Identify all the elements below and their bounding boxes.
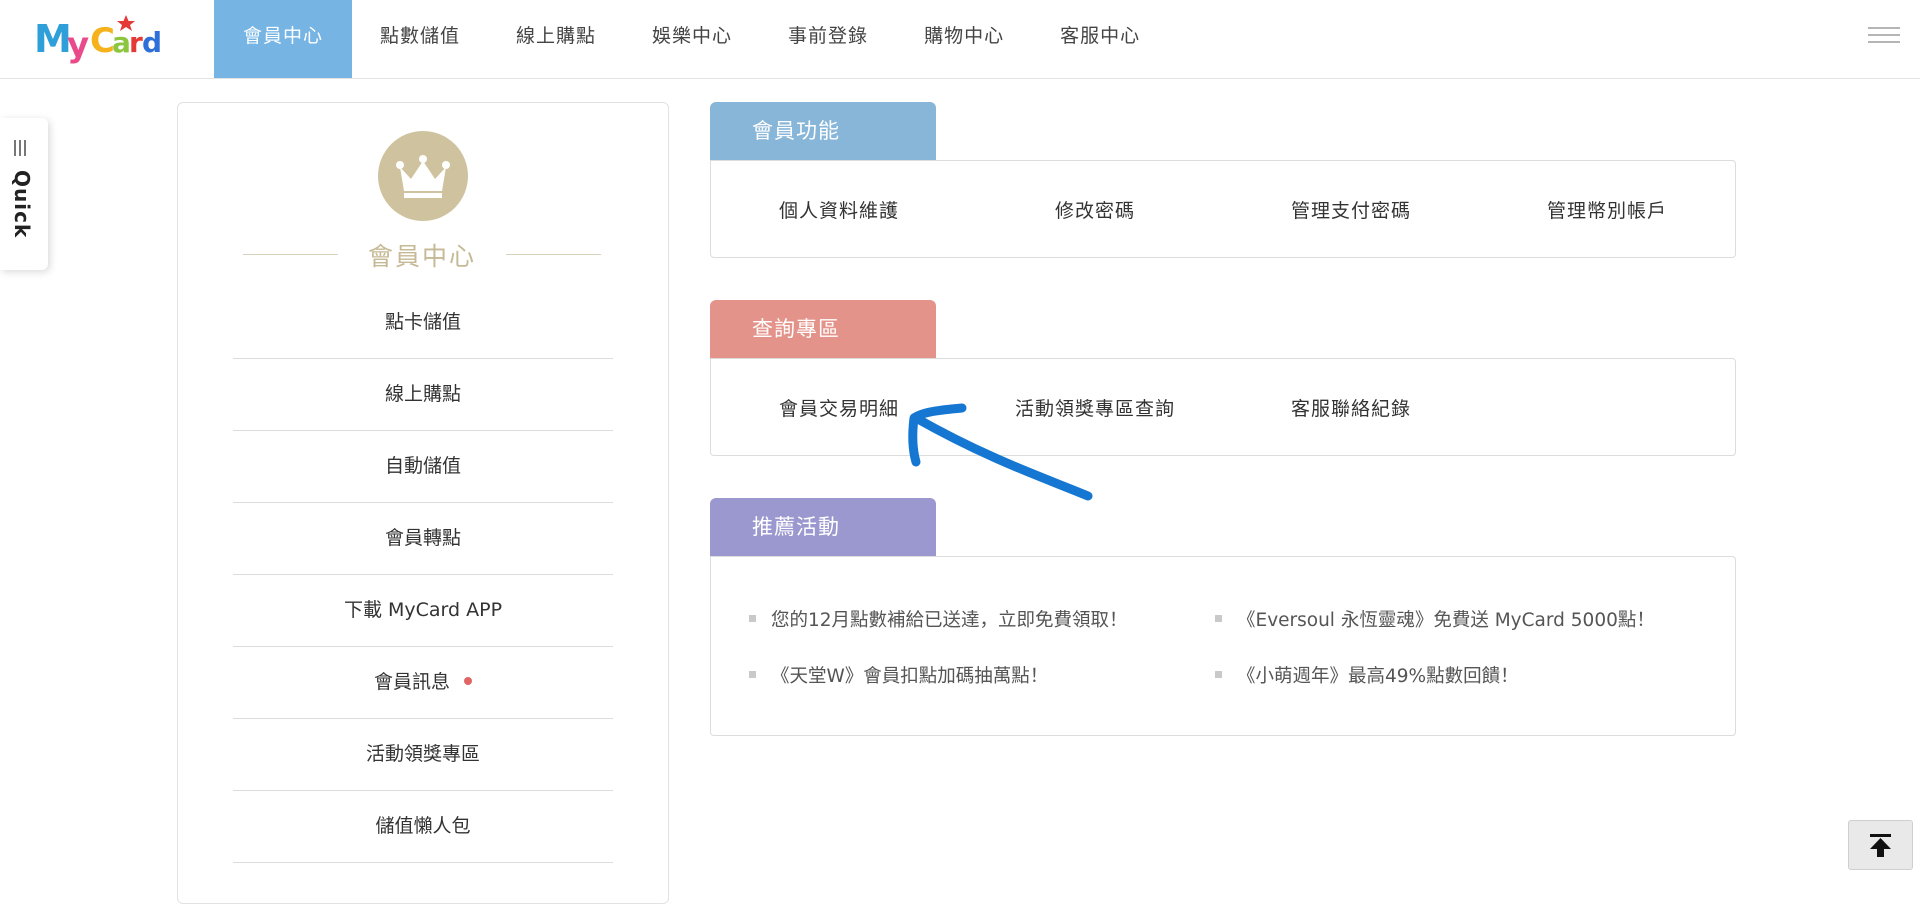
notification-dot-icon: [464, 676, 472, 685]
sidebar-item-label: 活動領獎專區: [365, 743, 480, 765]
sidebar-item-online-purchase[interactable]: 線上購點: [233, 359, 613, 431]
sidebar-title: 會員中心: [367, 242, 476, 271]
promo-link[interactable]: 您的12月點數補給已送達，立即免費領取！: [749, 603, 1215, 639]
mycard-logo[interactable]: M y C a r d: [34, 10, 164, 66]
menu-lines-icon: [14, 140, 26, 156]
sidebar-item-event-rewards[interactable]: 活動領獎專區: [233, 719, 613, 791]
sidebar-item-topup-guide[interactable]: 儲值懶人包: [233, 791, 613, 863]
sidebar-item-member-messages[interactable]: 會員訊息: [233, 647, 613, 719]
avatar: [378, 131, 468, 221]
sidebar-item-member-transfer[interactable]: 會員轉點: [233, 503, 613, 575]
link-currency-accounts[interactable]: 管理幣別帳戶: [1479, 196, 1735, 223]
nav-item-pre-registration[interactable]: 事前登錄: [760, 0, 896, 78]
section-title: 會員功能: [710, 102, 936, 160]
link-service-contact-log[interactable]: 客服聯絡紀錄: [1223, 394, 1479, 421]
nav-item-points-topup[interactable]: 點數儲值: [352, 0, 488, 78]
nav-item-online-purchase[interactable]: 線上購點: [488, 0, 624, 78]
sidebar-heading: 會員中心: [243, 237, 601, 271]
crown-icon: [396, 155, 450, 198]
recommended-events-section: 推薦活動 您的12月點數補給已送達，立即免費領取！ 《Eversoul 永恆靈魂…: [710, 498, 1736, 736]
sidebar-item-label: 下載 MyCard APP: [343, 599, 503, 621]
nav-item-entertainment[interactable]: 娛樂中心: [624, 0, 760, 78]
sidebar-item-label: 自動儲值: [384, 455, 461, 477]
divider: [506, 254, 601, 255]
promo-link[interactable]: 《Eversoul 永恆靈魂》免費送 MyCard 5000點！: [1215, 603, 1715, 639]
top-navigation-bar: M y C a r d 會員中心 點數儲值 線上購點 娛樂中心 事前登錄 購物中…: [0, 0, 1920, 79]
quick-menu-tab[interactable]: Quick: [0, 118, 48, 270]
svg-text:r: r: [129, 26, 143, 59]
sidebar-menu: 點卡儲值 線上購點 自動儲值 會員轉點 下載 MyCard APP 會員訊息 活…: [233, 287, 613, 863]
nav-item-customer-service[interactable]: 客服中心: [1032, 0, 1168, 78]
svg-text:d: d: [142, 26, 162, 59]
section-body: 會員交易明細 活動領獎專區查詢 客服聯絡紀錄: [710, 358, 1736, 456]
member-sidebar: 會員中心 點卡儲值 線上購點 自動儲值 會員轉點 下載 MyCard APP 會…: [177, 102, 669, 904]
section-body: 您的12月點數補給已送達，立即免費領取！ 《Eversoul 永恆靈魂》免費送 …: [710, 556, 1736, 736]
sidebar-item-label: 線上購點: [384, 383, 461, 405]
link-payment-password[interactable]: 管理支付密碼: [1223, 196, 1479, 223]
nav-item-shopping[interactable]: 購物中心: [896, 0, 1032, 78]
arrow-up-to-top-icon: [1870, 834, 1891, 857]
hamburger-menu-icon[interactable]: [1868, 27, 1900, 47]
main-nav: 會員中心 點數儲值 線上購點 娛樂中心 事前登錄 購物中心 客服中心: [214, 0, 1168, 78]
sidebar-item-card-topup[interactable]: 點卡儲值: [233, 287, 613, 359]
promo-link[interactable]: 《天堂W》會員扣點加碼抽萬點！: [749, 659, 1215, 695]
nav-item-member-center[interactable]: 會員中心: [214, 0, 352, 78]
back-to-top-button[interactable]: [1848, 820, 1913, 870]
member-functions-section: 會員功能 個人資料維護 修改密碼 管理支付密碼 管理幣別帳戶: [710, 102, 1736, 258]
quick-label: Quick: [10, 170, 34, 239]
sidebar-item-auto-topup[interactable]: 自動儲值: [233, 431, 613, 503]
link-change-password[interactable]: 修改密碼: [967, 196, 1223, 223]
section-title: 查詢專區: [710, 300, 936, 358]
annotation-arrow-icon: [908, 403, 1093, 501]
sidebar-item-label: 儲值懶人包: [375, 815, 471, 837]
sidebar-item-label: 會員轉點: [384, 527, 461, 549]
sidebar-item-label: 會員訊息: [373, 671, 450, 693]
sidebar-item-download-app[interactable]: 下載 MyCard APP: [233, 575, 613, 647]
promo-link[interactable]: 《小萌週年》最高49%點數回饋！: [1215, 659, 1715, 695]
query-section: 查詢專區 會員交易明細 活動領獎專區查詢 客服聯絡紀錄: [710, 300, 1736, 456]
svg-text:y: y: [67, 25, 89, 65]
link-profile-maintenance[interactable]: 個人資料維護: [711, 196, 967, 223]
sidebar-item-label: 點卡儲值: [384, 311, 461, 333]
section-body: 個人資料維護 修改密碼 管理支付密碼 管理幣別帳戶: [710, 160, 1736, 258]
